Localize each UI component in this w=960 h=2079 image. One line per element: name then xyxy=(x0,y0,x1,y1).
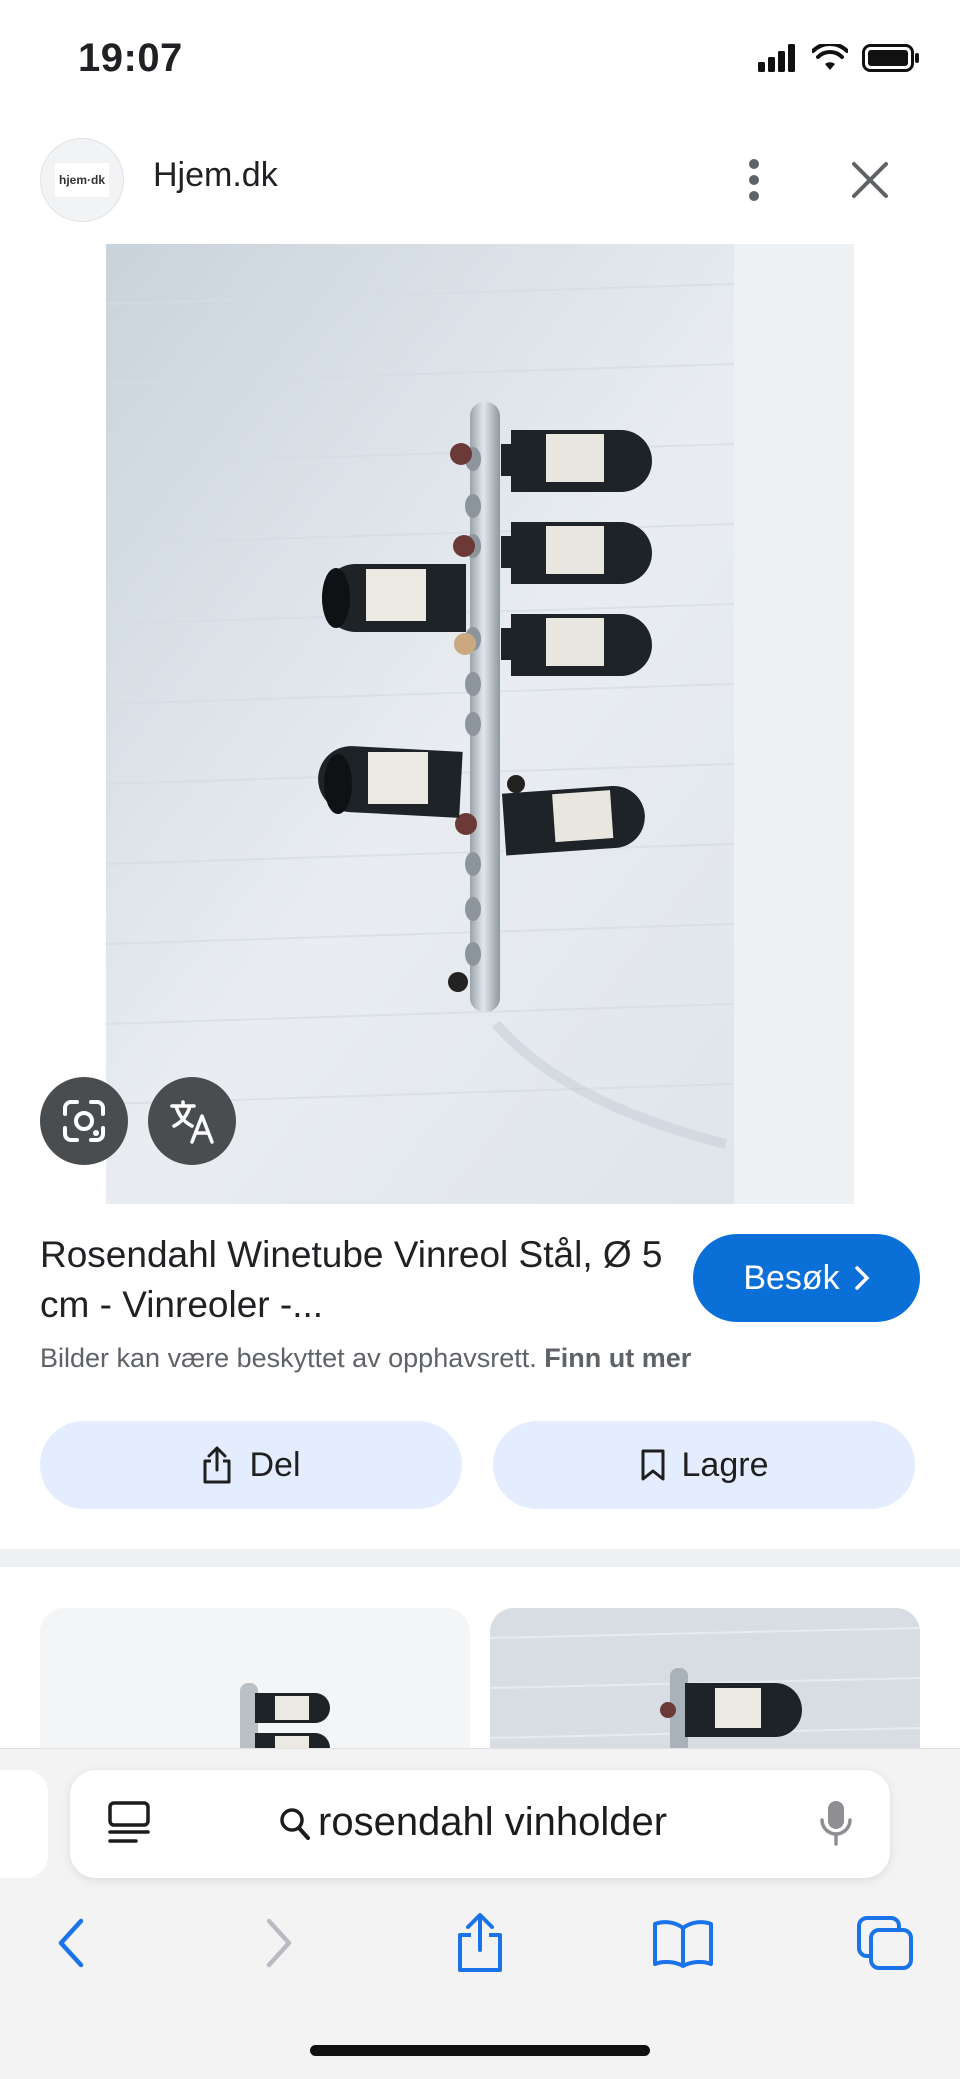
share-icon xyxy=(458,1913,502,1972)
tabs-button[interactable] xyxy=(850,1908,920,1978)
visit-button[interactable]: Besøk xyxy=(693,1234,920,1322)
result-title[interactable]: Rosendahl Winetube Vinreol Stål, Ø 5 cm … xyxy=(40,1230,680,1330)
section-divider xyxy=(0,1549,960,1567)
bookmarks-button[interactable] xyxy=(648,1908,718,1978)
chevron-right-icon xyxy=(854,1266,870,1290)
site-name[interactable]: Hjem.dk xyxy=(153,156,278,195)
microphone-button[interactable] xyxy=(818,1798,854,1853)
close-button[interactable] xyxy=(846,156,894,204)
share-icon xyxy=(203,1446,231,1484)
forward-button[interactable] xyxy=(244,1908,314,1978)
search-icon xyxy=(278,1804,312,1849)
share-label: Del xyxy=(249,1445,301,1484)
more-vert-icon xyxy=(749,159,759,201)
status-time: 19:07 xyxy=(78,36,183,80)
wine-rack-illustration xyxy=(106,244,854,1204)
translate-button[interactable] xyxy=(148,1077,236,1165)
reader-mode-button[interactable] xyxy=(106,1800,152,1851)
save-label: Lagre xyxy=(681,1445,769,1484)
copyright-text: Bilder kan være beskyttet av opphavsrett… xyxy=(40,1343,537,1373)
visit-label: Besøk xyxy=(743,1258,840,1297)
home-indicator[interactable] xyxy=(310,2045,650,2056)
wifi-icon xyxy=(812,44,848,70)
site-logo-text: hjem·dk xyxy=(55,163,109,197)
microphone-icon xyxy=(820,1801,852,1846)
address-search-text[interactable]: rosendahl vinholder xyxy=(318,1800,667,1845)
book-icon xyxy=(653,1920,713,1968)
previous-tab-preview[interactable] xyxy=(0,1770,48,1878)
reader-mode-icon xyxy=(108,1801,150,1843)
back-button[interactable] xyxy=(36,1908,106,1978)
battery-icon xyxy=(862,44,919,72)
status-icons xyxy=(758,44,920,72)
copyright-notice: Bilder kan være beskyttet av opphavsrett… xyxy=(40,1343,691,1374)
save-button[interactable]: Lagre xyxy=(493,1421,915,1509)
tabs-icon xyxy=(857,1916,913,1970)
back-chevron-icon xyxy=(58,1918,84,1968)
learn-more-link[interactable]: Finn ut mer xyxy=(544,1343,691,1373)
cellular-signal-icon xyxy=(758,44,795,72)
safari-share-button[interactable] xyxy=(445,1908,515,1978)
translate-icon xyxy=(170,1100,214,1144)
bookmark-icon xyxy=(641,1449,665,1481)
forward-chevron-icon xyxy=(266,1918,292,1968)
more-options-button[interactable] xyxy=(735,156,773,204)
site-logo[interactable]: hjem·dk xyxy=(40,138,124,222)
share-button[interactable]: Del xyxy=(40,1421,462,1509)
google-lens-icon xyxy=(63,1100,105,1142)
result-image[interactable] xyxy=(106,244,854,1204)
lens-button[interactable] xyxy=(40,1077,128,1165)
close-icon xyxy=(852,162,888,198)
wine-bottle xyxy=(501,430,653,492)
